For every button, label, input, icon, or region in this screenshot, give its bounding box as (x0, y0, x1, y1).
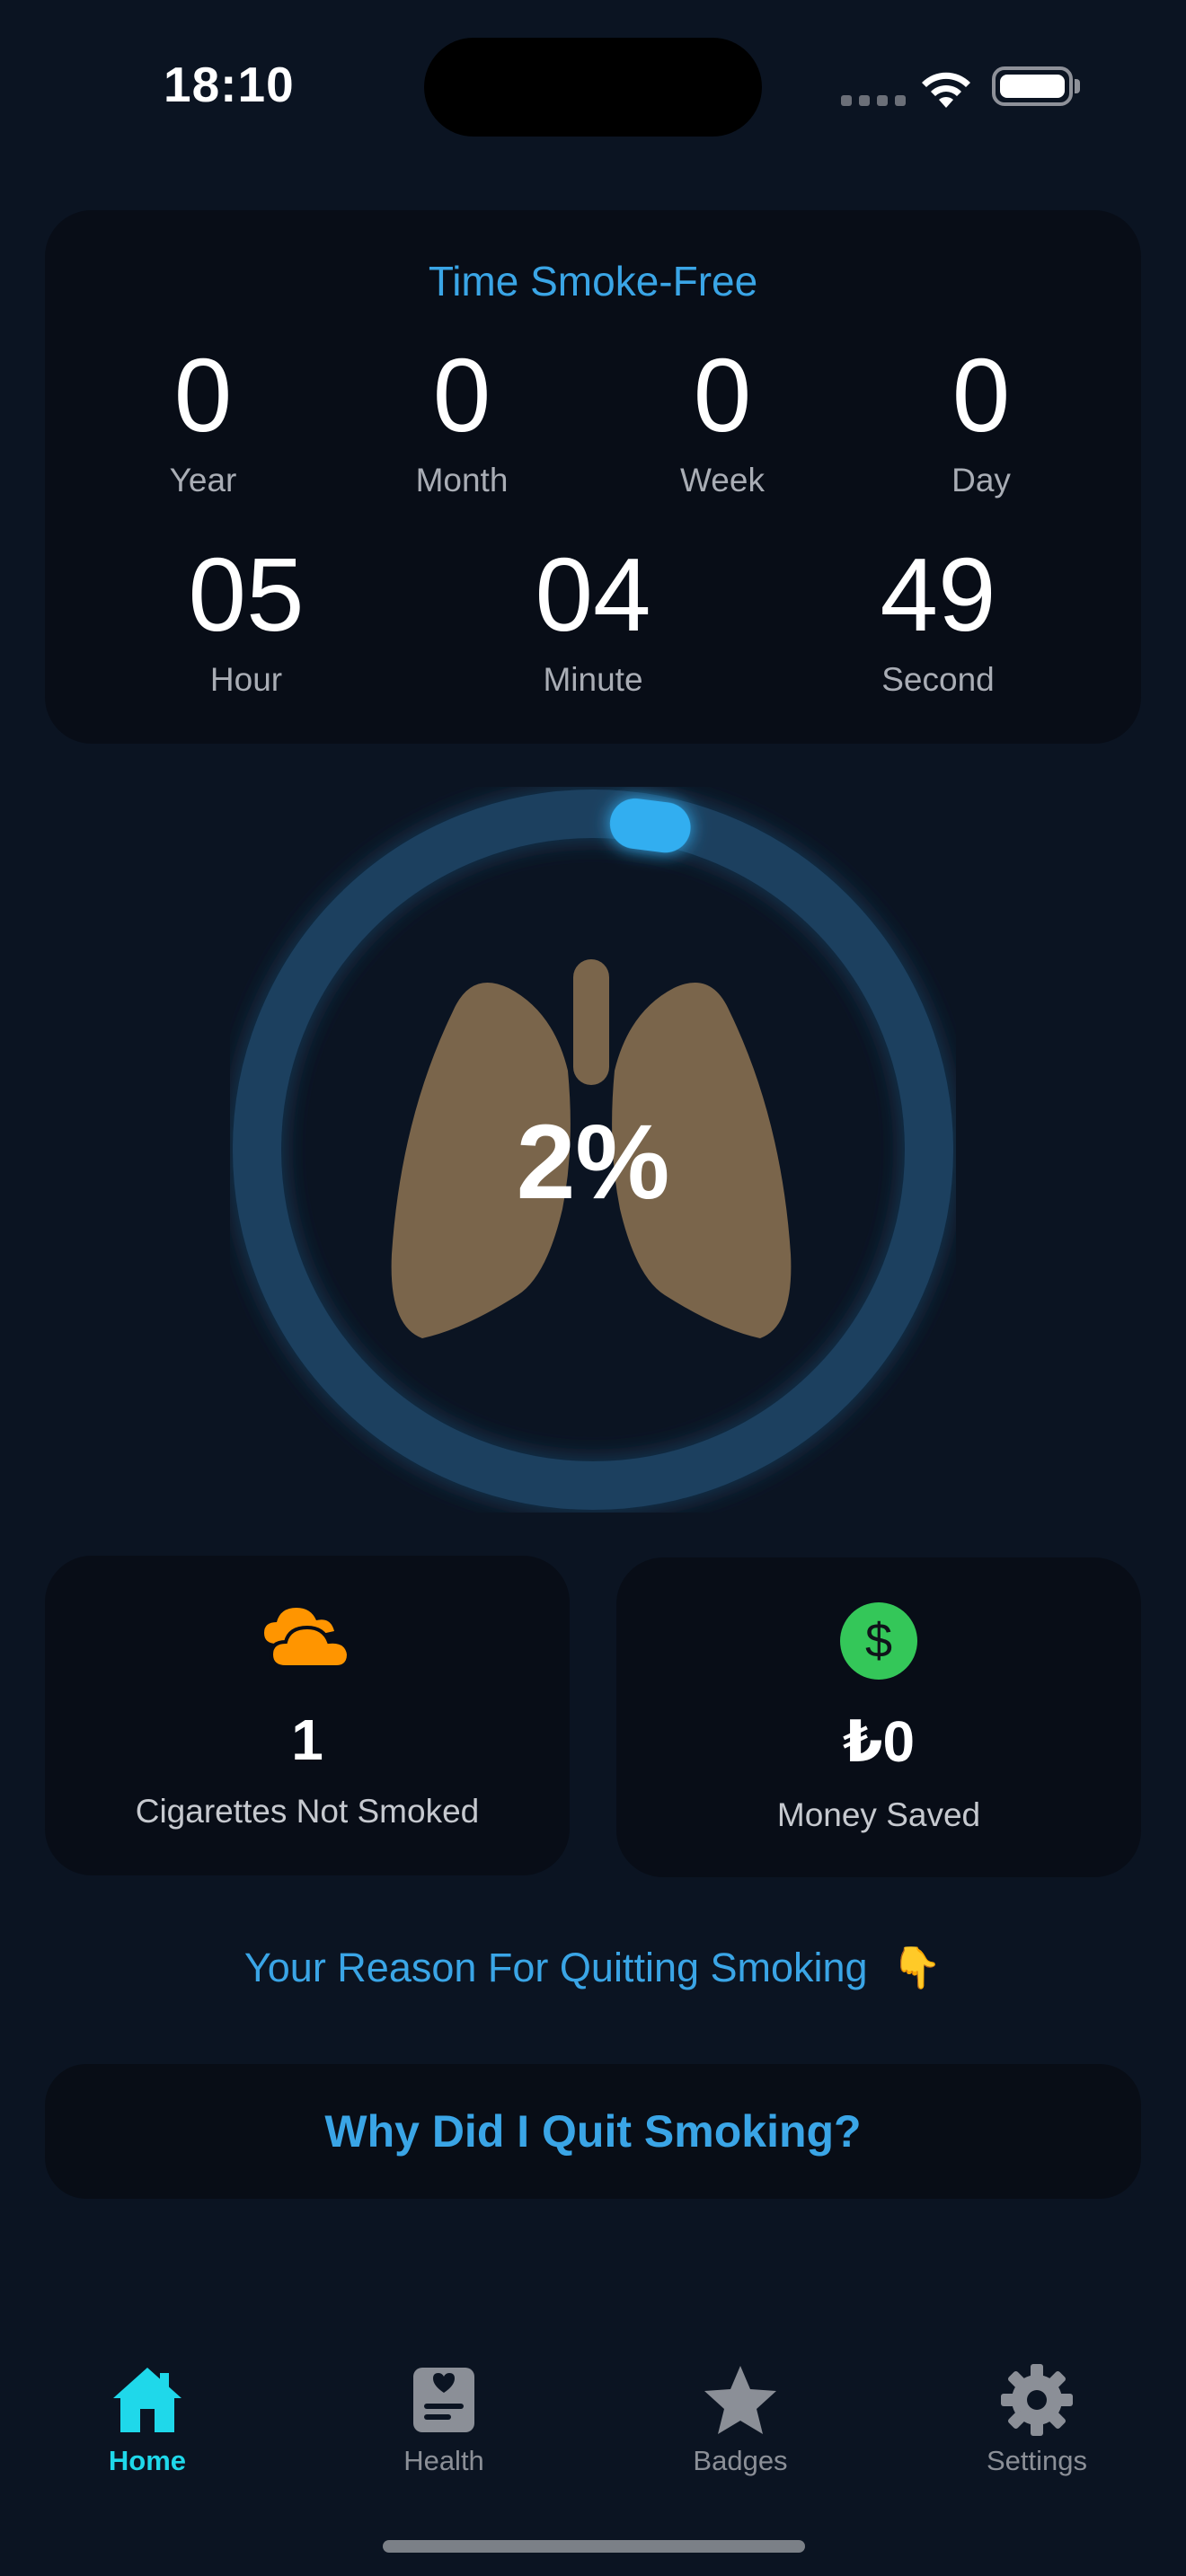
minute-label: Minute (543, 661, 643, 698)
progress-percent: 2% (516, 1103, 670, 1222)
tab-settings[interactable]: Settings (947, 2362, 1127, 2477)
year-value: 0 (173, 337, 233, 454)
day-value: 0 (951, 337, 1011, 454)
house-icon (113, 2368, 181, 2432)
month-counter: 0 Month (354, 343, 570, 499)
home-screen: 18:10 Time Smoke-Free 0 Year 0 Month 0 W… (0, 0, 1186, 2576)
time-smoke-free-card: Time Smoke-Free 0 Year 0 Month 0 Week 0 … (45, 210, 1141, 744)
cigarettes-label: Cigarettes Not Smoked (135, 1793, 480, 1830)
hour-counter: 05 Hour (138, 543, 354, 699)
second-value: 49 (880, 536, 996, 653)
battery-icon (992, 66, 1073, 106)
status-time: 18:10 (164, 57, 295, 112)
tab-health[interactable]: Health (354, 2362, 534, 2477)
pointing-down-emoji: 👇 (891, 1945, 943, 1990)
dollar-icon: $ (840, 1602, 917, 1680)
quit-reason-label: Your Reason For Quitting Smoking (243, 1945, 868, 1990)
second-label: Second (881, 661, 995, 698)
week-label: Week (680, 462, 765, 498)
money-saved-card: $ ₺0 Money Saved (616, 1557, 1141, 1877)
gear-icon (1001, 2364, 1073, 2436)
tab-home[interactable]: Home (58, 2362, 237, 2477)
hour-value: 05 (188, 536, 305, 653)
year-label: Year (169, 462, 237, 498)
battery-cap (1075, 79, 1080, 93)
tab-badges-label: Badges (693, 2445, 788, 2476)
home-indicator[interactable] (383, 2540, 805, 2553)
month-value: 0 (432, 337, 491, 454)
cellular-signal-icon (841, 95, 906, 106)
cloud-icon (264, 1608, 351, 1669)
minute-value: 04 (535, 536, 651, 653)
week-value: 0 (693, 337, 752, 454)
cigarettes-not-smoked-card: 1 Cigarettes Not Smoked (45, 1556, 570, 1875)
dynamic-island (424, 38, 762, 137)
month-label: Month (415, 462, 509, 498)
week-counter: 0 Week (615, 343, 830, 499)
day-label: Day (951, 462, 1011, 498)
tab-home-label: Home (108, 2445, 187, 2476)
why-did-i-quit-label: Why Did I Quit Smoking? (324, 2106, 862, 2157)
quit-reason-heading: Your Reason For Quitting Smoking 👇 (0, 1944, 1186, 1991)
cigarettes-count: 1 (291, 1707, 323, 1772)
tab-settings-label: Settings (986, 2445, 1087, 2476)
tab-badges[interactable]: Badges (651, 2362, 830, 2477)
day-counter: 0 Day (873, 343, 1089, 499)
money-saved-label: Money Saved (776, 1796, 981, 1833)
time-card-title: Time Smoke-Free (428, 258, 758, 304)
why-did-i-quit-button[interactable]: Why Did I Quit Smoking? (45, 2064, 1141, 2199)
second-counter: 49 Second (830, 543, 1046, 699)
minute-counter: 04 Minute (485, 543, 701, 699)
wifi-icon (922, 72, 970, 108)
money-saved-value: ₺0 (842, 1709, 916, 1774)
health-icon (413, 2368, 474, 2432)
star-icon (704, 2366, 776, 2434)
hour-label: Hour (209, 661, 283, 698)
lung-progress-ring: 2% (230, 787, 956, 1513)
tab-health-label: Health (403, 2445, 484, 2476)
year-counter: 0 Year (95, 343, 311, 499)
